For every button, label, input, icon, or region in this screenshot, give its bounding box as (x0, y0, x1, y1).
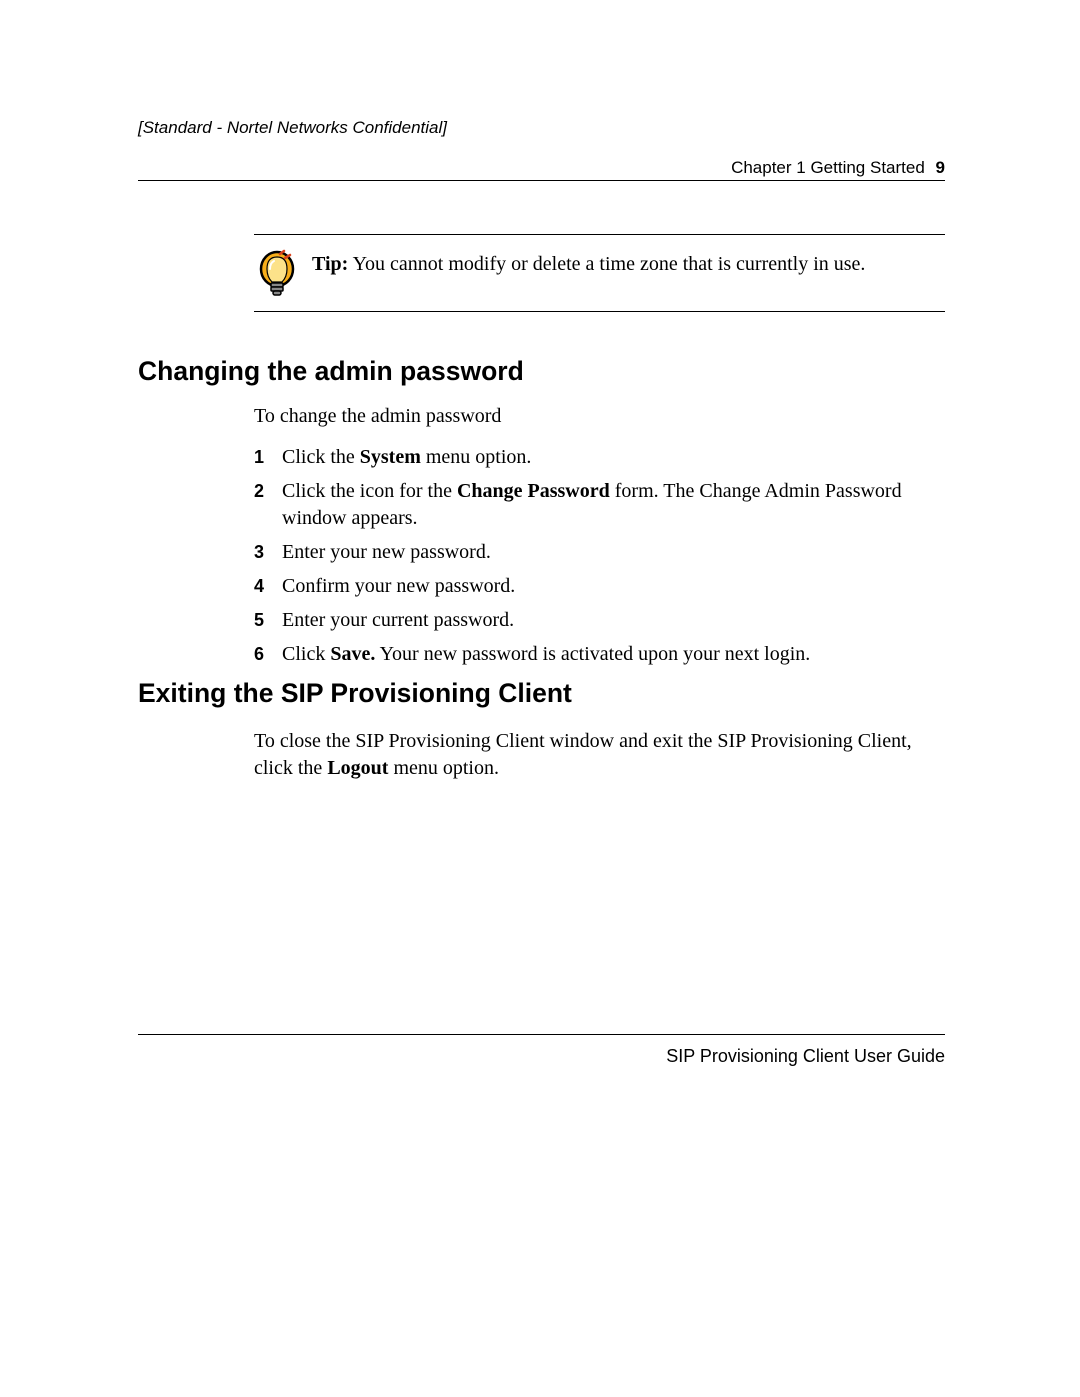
footer-text: SIP Provisioning Client User Guide (666, 1046, 945, 1067)
list-item: 2 Click the icon for the Change Password… (254, 478, 945, 532)
section-heading-changing-password: Changing the admin password (138, 356, 524, 387)
step-text: Enter your current password. (282, 607, 945, 634)
step-number: 6 (254, 641, 282, 668)
tip-box: Tip: You cannot modify or delete a time … (254, 234, 945, 312)
text-segment: Enter your current password. (282, 609, 514, 631)
header-rule (138, 180, 945, 181)
bold-text: Change Password (457, 480, 610, 502)
text-segment: Click (282, 643, 330, 665)
bold-text: Logout (327, 757, 388, 779)
page-number: 9 (936, 158, 945, 177)
text-segment: menu option. (388, 757, 499, 779)
step-number: 4 (254, 573, 282, 600)
page-content: [Standard - Nortel Networks Confidential… (138, 0, 945, 1397)
tip-body: You cannot modify or delete a time zone … (353, 253, 866, 275)
list-item: 1 Click the System menu option. (254, 444, 945, 471)
chapter-header: Chapter 1 Getting Started 9 (731, 158, 945, 178)
step-text: Enter your new password. (282, 539, 945, 566)
footer-rule (138, 1034, 945, 1035)
step-text: Click the System menu option. (282, 444, 945, 471)
step-text: Click Save. Your new password is activat… (282, 641, 945, 668)
step-number: 1 (254, 444, 282, 471)
confidential-header: [Standard - Nortel Networks Confidential… (138, 118, 447, 138)
step-text: Click the icon for the Change Password f… (282, 478, 945, 532)
step-number: 5 (254, 607, 282, 634)
step-number: 3 (254, 539, 282, 566)
bold-text: System (360, 446, 421, 468)
bold-text: Save. (330, 643, 375, 665)
step-number: 2 (254, 478, 282, 532)
text-segment: Confirm your new password. (282, 575, 515, 597)
list-item: 6 Click Save. Your new password is activ… (254, 641, 945, 668)
section1-intro: To change the admin password (254, 403, 945, 430)
section-heading-exiting-client: Exiting the SIP Provisioning Client (138, 678, 572, 709)
text-segment: Click the (282, 446, 360, 468)
text-segment: menu option. (421, 446, 532, 468)
text-segment: Your new password is activated upon your… (375, 643, 810, 665)
step-text: Confirm your new password. (282, 573, 945, 600)
list-item: 5 Enter your current password. (254, 607, 945, 634)
tip-label: Tip: (312, 253, 348, 275)
tip-text: Tip: You cannot modify or delete a time … (312, 251, 945, 278)
text-segment: Click the icon for the (282, 480, 457, 502)
list-item: 3 Enter your new password. (254, 539, 945, 566)
text-segment: Enter your new password. (282, 541, 491, 563)
chapter-label: Chapter 1 Getting Started (731, 158, 925, 177)
list-item: 4 Confirm your new password. (254, 573, 945, 600)
section2-paragraph: To close the SIP Provisioning Client win… (254, 728, 945, 782)
steps-list: 1 Click the System menu option. 2 Click … (254, 444, 945, 675)
lightbulb-icon (254, 249, 300, 301)
